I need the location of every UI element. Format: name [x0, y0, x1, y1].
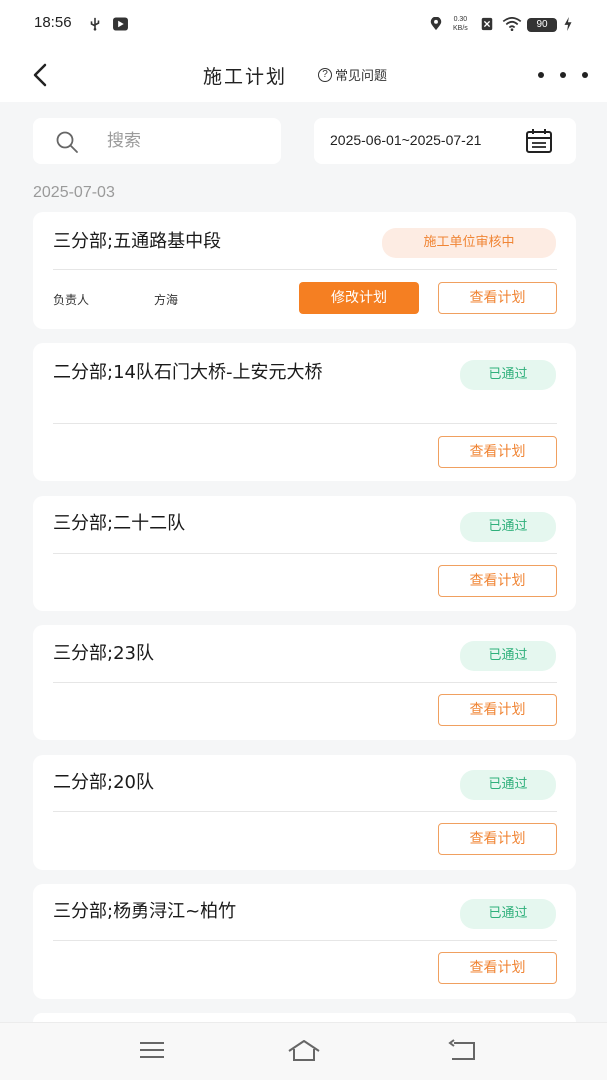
date-range-text: 2025-06-01~2025-07-21	[330, 132, 482, 148]
question-circle-icon: ?	[318, 67, 332, 82]
plan-card: 三分部;五通路基中段 施工单位审核中 负责人 方海 修改计划 查看计划	[33, 212, 576, 329]
more-menu-button[interactable]	[538, 64, 588, 86]
status-badge: 已通过	[460, 360, 556, 390]
plan-card: 二分部;20队 已通过 查看计划	[33, 755, 576, 870]
menu-icon[interactable]	[138, 1039, 166, 1061]
status-badge: 已通过	[460, 770, 556, 800]
wifi-icon	[502, 17, 522, 31]
divider	[53, 423, 557, 424]
nav-bar: 施工计划 ? 常见问题	[0, 50, 607, 102]
status-badge: 施工单位审核中	[382, 228, 556, 258]
search-box[interactable]	[33, 118, 281, 164]
dot-icon	[538, 72, 544, 78]
edit-plan-button[interactable]: 修改计划	[299, 282, 419, 314]
faq-link[interactable]: ? 常见问题	[318, 65, 387, 84]
back-arrow-icon[interactable]	[26, 60, 56, 90]
plan-title: 三分部;五通路基中段	[53, 231, 222, 252]
divider	[53, 682, 557, 683]
search-icon	[56, 131, 78, 153]
view-plan-button[interactable]: 查看计划	[438, 823, 557, 855]
divider	[53, 811, 557, 812]
network-speed-unit: KB/s	[453, 25, 468, 32]
plan-title: 二分部;20队	[53, 772, 154, 793]
dot-icon	[582, 72, 588, 78]
location-icon	[430, 17, 442, 31]
plan-card: 三分部;二十二队 已通过 查看计划	[33, 496, 576, 611]
plan-title: 三分部;二十二队	[53, 513, 186, 534]
owner-label: 负责人	[53, 293, 90, 307]
status-badge: 已通过	[460, 641, 556, 671]
plan-card: 二分部;14队石门大桥-上安元大桥 已通过 查看计划	[33, 343, 576, 481]
status-badge: 已通过	[460, 512, 556, 542]
network-speed: 0.30 KB/s	[453, 15, 468, 33]
divider	[53, 940, 557, 941]
plan-title: 三分部;杨勇浔江~柏竹	[53, 901, 237, 922]
view-plan-button[interactable]: 查看计划	[438, 436, 557, 468]
charging-icon	[564, 17, 572, 31]
dot-icon	[560, 72, 566, 78]
page-title: 施工计划	[203, 66, 288, 88]
divider	[53, 269, 557, 270]
view-plan-button[interactable]: 查看计划	[438, 565, 557, 597]
home-icon[interactable]	[287, 1039, 321, 1063]
plan-card: 三分部;23队 已通过 查看计划	[33, 625, 576, 740]
battery-indicator: 90	[527, 18, 557, 32]
status-time: 18:56	[34, 14, 72, 31]
usb-icon	[90, 17, 100, 31]
search-input[interactable]	[107, 130, 267, 152]
status-badge: 已通过	[460, 899, 556, 929]
view-plan-button[interactable]: 查看计划	[438, 952, 557, 984]
date-range-picker[interactable]: 2025-06-01~2025-07-21	[314, 118, 576, 164]
view-plan-button[interactable]: 查看计划	[438, 694, 557, 726]
divider	[53, 553, 557, 554]
network-speed-value: 0.30	[453, 16, 468, 23]
plan-card	[33, 1013, 576, 1022]
status-bar: 18:56 0.30 KB/s 90	[0, 0, 607, 50]
plan-title: 二分部;14队石门大桥-上安元大桥	[53, 362, 323, 383]
group-date-header: 2025-07-03	[33, 184, 115, 201]
video-app-icon	[113, 17, 128, 31]
back-nav-icon[interactable]	[448, 1039, 478, 1063]
faq-label: 常见问题	[335, 69, 388, 84]
calendar-icon[interactable]	[525, 128, 553, 154]
system-nav-bar	[0, 1022, 607, 1080]
sim-blocked-icon	[481, 17, 493, 31]
view-plan-button[interactable]: 查看计划	[438, 282, 557, 314]
plan-title: 三分部;23队	[53, 643, 154, 664]
plan-card: 三分部;杨勇浔江~柏竹 已通过 查看计划	[33, 884, 576, 999]
owner-value: 方海	[154, 293, 179, 307]
